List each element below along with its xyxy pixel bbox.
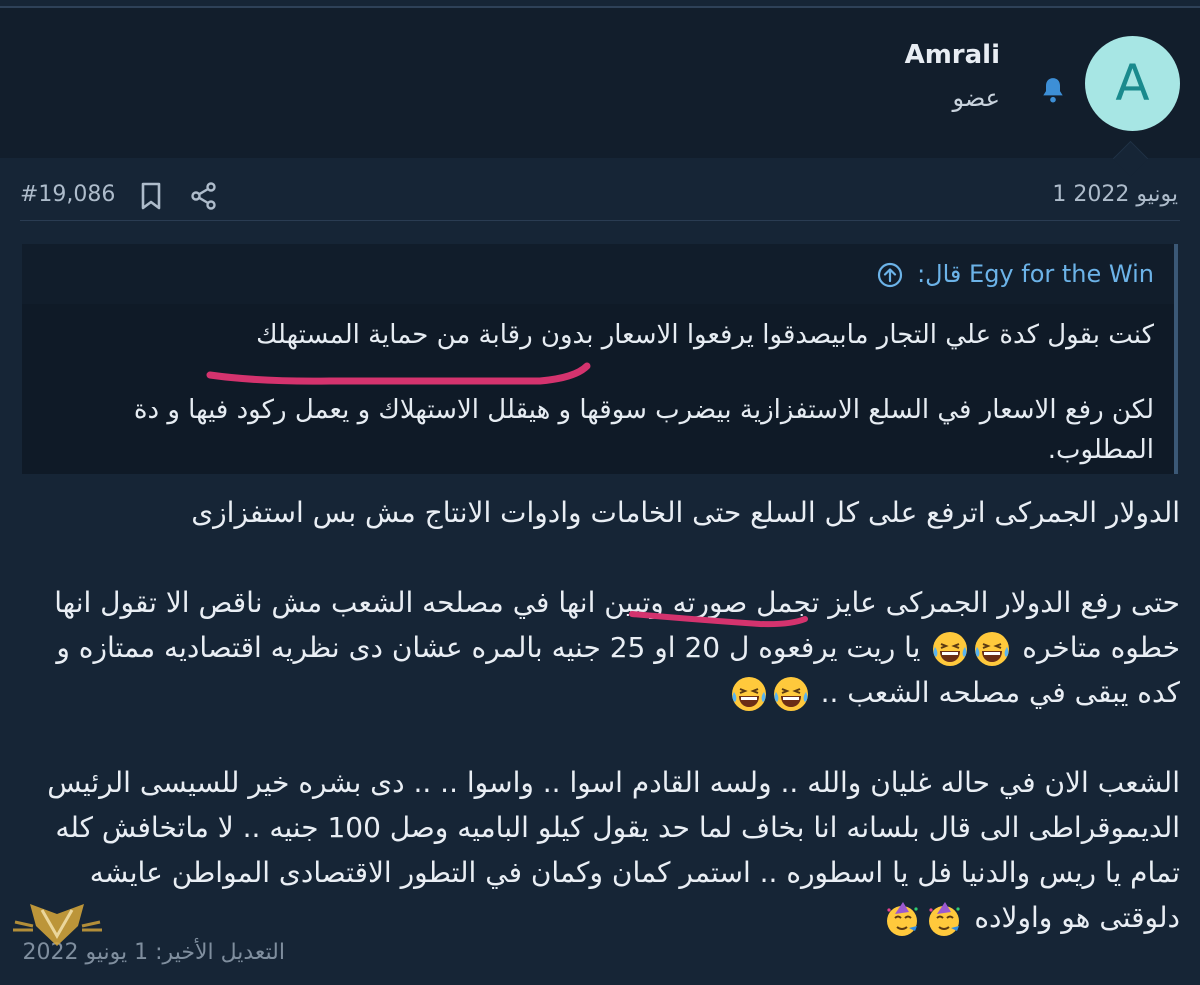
laughing-emoji-icon — [933, 632, 968, 666]
post-paragraph: الشعب الان في حاله غليان والله .. ولسه ا… — [10, 760, 1180, 940]
quote-text-paragraph: لكن رفع الاسعار في السلع الاستفزازية بيض… — [133, 395, 1154, 465]
post-body: الدولار الجمركى اترفع على كل السلع حتى ا… — [10, 490, 1180, 985]
bookmark-icon[interactable] — [139, 182, 163, 210]
party-face-emoji-icon — [929, 902, 961, 936]
party-face-emoji-icon — [887, 902, 919, 936]
user-role: عضو — [952, 84, 1000, 112]
laughing-emoji-icon — [773, 677, 808, 711]
user-header: A Amrali عضو — [0, 8, 1200, 158]
post-date[interactable]: 1 يونيو 2022 — [1052, 182, 1178, 207]
bell-icon[interactable] — [1040, 76, 1066, 104]
avatar[interactable]: A — [1085, 36, 1180, 131]
share-icon[interactable] — [190, 182, 218, 210]
site-logo-watermark — [13, 904, 102, 946]
username-link[interactable]: Amrali — [905, 40, 1000, 70]
post-text: الشعب الان في حاله غليان والله .. ولسه ا… — [47, 766, 1180, 934]
laughing-emoji-icon — [975, 632, 1010, 666]
quote-header: Egy for the Win قال: — [22, 244, 1174, 304]
post-paragraph: الدولار الجمركى اترفع على كل السلع حتى ا… — [191, 496, 1180, 529]
arrow-up-circle-icon[interactable] — [877, 262, 903, 288]
laughing-emoji-icon — [731, 677, 766, 711]
post-paragraph: حتى رفع الدولار الجمركى عايز تجمل صورته … — [10, 580, 1180, 715]
quote-block: Egy for the Win قال: كنت بقول كدة علي ال… — [22, 244, 1178, 474]
meta-divider — [20, 220, 1180, 221]
quote-text-line: كنت بقول كدة علي التجار مابيصدقوا يرفعوا… — [256, 320, 1154, 350]
post-meta: #19,086 1 يونيو 2022 — [0, 170, 1200, 220]
post-number-link[interactable]: #19,086 — [20, 182, 115, 207]
quote-attribution[interactable]: Egy for the Win قال: — [917, 260, 1154, 288]
post-text: يا ريت يرفعوه ل 20 او 25 جنيه بالمره عشا… — [56, 631, 1180, 709]
